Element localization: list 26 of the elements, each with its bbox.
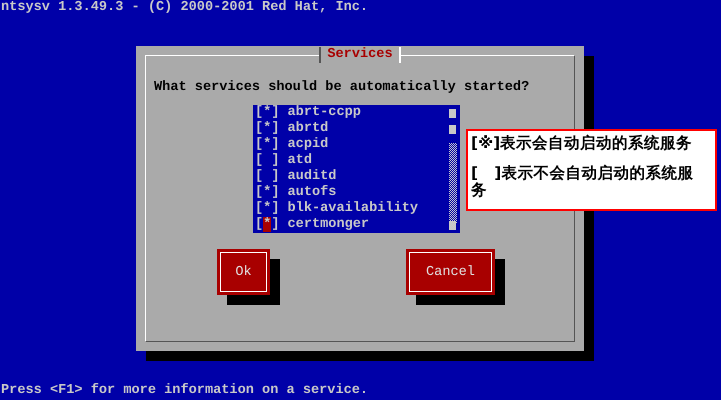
service-name[interactable]: certmonger xyxy=(288,217,370,233)
checkbox[interactable]: [*] xyxy=(255,121,280,137)
program-header: ntsysv 1.3.49.3 - (C) 2000-2001 Red Hat, Inc. xyxy=(0,0,370,16)
checkbox[interactable]: [*] xyxy=(255,217,280,233)
checkbox[interactable]: [ ] xyxy=(255,153,280,169)
annotation-text: [※]表示会自动启动的系统服务 xyxy=(471,135,694,152)
annotation-text: [ ]表示不会自动启动的系统服务 xyxy=(471,165,694,199)
checkbox[interactable]: [*] xyxy=(255,105,280,121)
service-name[interactable]: abrtd xyxy=(288,121,328,137)
service-name[interactable]: acpid xyxy=(288,137,328,153)
checkbox[interactable]: [*] xyxy=(255,137,280,153)
checkbox[interactable]: [ ] xyxy=(255,169,280,185)
question-text: What services should be automatically started? xyxy=(154,80,530,96)
service-name[interactable]: atd xyxy=(288,153,312,169)
ok-button[interactable]: Ok xyxy=(217,249,270,295)
dialog-title: Services xyxy=(319,47,401,63)
cursor-cell: * xyxy=(263,217,272,232)
scrollbar[interactable] xyxy=(449,107,457,231)
status-text: Press <F1> for more information on a service. xyxy=(0,383,370,399)
checkbox[interactable]: [*] xyxy=(255,201,280,217)
service-name[interactable]: autofs xyxy=(288,185,336,201)
service-name[interactable]: blk-availability xyxy=(288,201,418,217)
service-name[interactable]: auditd xyxy=(288,169,336,185)
service-name[interactable]: abrt-ccpp xyxy=(288,105,361,121)
checkbox[interactable]: [*] xyxy=(255,185,280,201)
cancel-button[interactable]: Cancel xyxy=(406,249,495,295)
